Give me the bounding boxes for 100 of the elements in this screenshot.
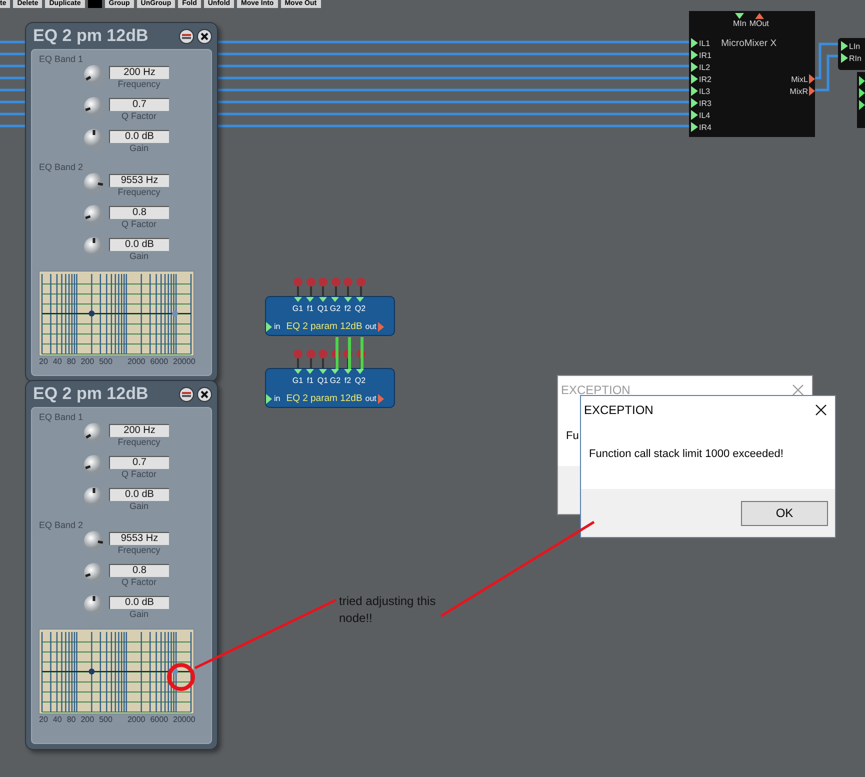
band-label: EQ Band 1 bbox=[39, 412, 84, 424]
minimize-icon[interactable] bbox=[179, 28, 194, 44]
value-field[interactable]: 0.8 bbox=[109, 564, 169, 577]
port-label: IR1 bbox=[699, 50, 712, 60]
port-label: IR4 bbox=[699, 122, 712, 132]
knob[interactable] bbox=[83, 96, 105, 118]
axis-tick-label: 20 bbox=[39, 715, 48, 724]
input-arrow-icon bbox=[266, 322, 272, 332]
value-field[interactable]: 0.7 bbox=[109, 98, 169, 111]
port-label: IL3 bbox=[699, 86, 710, 96]
knob[interactable] bbox=[83, 236, 105, 258]
port-label: MixR bbox=[790, 86, 808, 96]
axis-tick-label: 40 bbox=[52, 715, 62, 724]
panel-title: EQ 2 pm 12dB bbox=[33, 26, 150, 46]
value-field[interactable]: 9553 Hz bbox=[109, 532, 169, 545]
module-title: MicroMixer X bbox=[721, 38, 777, 48]
axis-tick-label: 500 bbox=[99, 357, 112, 366]
module-block[interactable] bbox=[857, 72, 865, 128]
param-label: Gain bbox=[129, 143, 148, 154]
knob[interactable] bbox=[83, 562, 105, 584]
knob[interactable] bbox=[83, 530, 105, 552]
port-label: G2 bbox=[330, 376, 341, 385]
param-label: Q Factor bbox=[121, 577, 156, 588]
axis-tick-label: 6000 bbox=[150, 357, 168, 366]
port-label: G1 bbox=[292, 304, 304, 313]
module-block[interactable]: G1 f1 Q1 G2 f2 Q2 in EQ 2 param 12dB out bbox=[265, 296, 395, 336]
knob[interactable] bbox=[83, 454, 105, 476]
dialog-title: EXCEPTION bbox=[561, 383, 630, 397]
value-field[interactable]: 0.7 bbox=[109, 456, 169, 469]
port-label: f2 bbox=[344, 304, 352, 313]
knob[interactable] bbox=[83, 486, 105, 508]
close-icon[interactable] bbox=[197, 386, 212, 402]
port-label: Q2 bbox=[354, 304, 366, 313]
mixer-block[interactable]: MIn MOut IL1 MicroMixer X IR1 IL2 IR2 IL3 IR3 IL4 IR4 MixL MixR bbox=[689, 11, 815, 137]
port-label: IR3 bbox=[699, 98, 712, 108]
module-block[interactable]: LIn RIn bbox=[838, 38, 865, 70]
axis-tick-label: 6000 bbox=[150, 715, 168, 724]
port-label: f2 bbox=[344, 376, 352, 385]
value-field[interactable]: 0.0 dB bbox=[109, 130, 169, 143]
annotation-text: tried adjusting this node!! bbox=[339, 593, 437, 627]
port-triangle-icon bbox=[735, 13, 744, 19]
band-label: EQ Band 2 bbox=[39, 520, 84, 532]
knob[interactable] bbox=[83, 422, 105, 444]
port-label: out bbox=[365, 322, 376, 331]
value-field[interactable]: 9553 Hz bbox=[109, 174, 169, 187]
port-label: G1 bbox=[292, 376, 304, 385]
port-label: f1 bbox=[306, 376, 314, 385]
port-label: in bbox=[274, 394, 280, 403]
patch-wire bbox=[360, 337, 364, 369]
eq-graph-drawing[interactable] bbox=[39, 629, 194, 714]
close-icon[interactable] bbox=[197, 28, 212, 44]
knob[interactable] bbox=[83, 128, 105, 150]
value-field[interactable]: 200 Hz bbox=[109, 424, 169, 437]
patch-wire bbox=[336, 337, 338, 369]
port-label: IL4 bbox=[699, 110, 710, 120]
port-triangle-icon bbox=[754, 13, 764, 19]
axis-tick-label: 200 bbox=[80, 715, 94, 724]
dialog-title: EXCEPTION bbox=[584, 403, 654, 417]
value-field[interactable]: 0.0 dB bbox=[109, 596, 169, 609]
param-label: Gain bbox=[129, 609, 148, 620]
eq-graph-drawing[interactable] bbox=[39, 271, 194, 356]
knob[interactable] bbox=[83, 594, 105, 616]
band-label: EQ Band 1 bbox=[39, 54, 84, 66]
knob[interactable] bbox=[83, 64, 105, 86]
axis-tick-label: 20 bbox=[39, 357, 48, 366]
port-label: IL2 bbox=[699, 62, 710, 72]
knob[interactable] bbox=[83, 172, 105, 194]
module-title: EQ 2 param 12dB bbox=[286, 393, 362, 404]
input-arrow-icon bbox=[266, 394, 272, 404]
param-label: Gain bbox=[129, 251, 148, 262]
axis-tick-label: 20000 bbox=[173, 357, 196, 366]
axis-tick-label: 20000 bbox=[173, 715, 196, 724]
minimize-icon[interactable] bbox=[179, 386, 194, 402]
value-field[interactable]: 0.0 dB bbox=[109, 488, 169, 501]
port-label: LIn bbox=[849, 42, 860, 50]
port-label: IL1 bbox=[699, 38, 710, 48]
param-label: Gain bbox=[129, 501, 148, 512]
axis-tick-label: 2000 bbox=[127, 715, 146, 724]
color-swatch[interactable] bbox=[88, 0, 102, 8]
output-arrow-icon bbox=[378, 394, 384, 404]
ok-button[interactable]: OK bbox=[741, 500, 828, 526]
close-icon[interactable] bbox=[815, 404, 827, 416]
patch-wire bbox=[348, 337, 351, 369]
axis-tick-label: 80 bbox=[66, 357, 76, 366]
port-label: Q1 bbox=[317, 376, 328, 385]
knob[interactable] bbox=[83, 204, 105, 226]
value-field[interactable]: 0.8 bbox=[109, 206, 169, 219]
module-title: EQ 2 param 12dB bbox=[286, 321, 362, 332]
param-label: Q Factor bbox=[121, 469, 156, 480]
value-field[interactable]: 0.0 dB bbox=[109, 238, 169, 251]
port-label: G2 bbox=[330, 304, 341, 313]
port-label: IR2 bbox=[699, 74, 712, 84]
port-label: Q1 bbox=[317, 304, 328, 313]
panel-title: EQ 2 pm 12dB bbox=[33, 384, 150, 404]
value-field[interactable]: 200 Hz bbox=[109, 66, 169, 79]
port-label: MOut bbox=[749, 19, 769, 28]
axis-tick-label: 2000 bbox=[127, 357, 146, 366]
module-block[interactable]: G1 f1 Q1 G2 f2 Q2 in EQ 2 param 12dB out bbox=[265, 368, 395, 408]
port-label: Q2 bbox=[354, 376, 366, 385]
axis-tick-label: 200 bbox=[80, 357, 94, 366]
